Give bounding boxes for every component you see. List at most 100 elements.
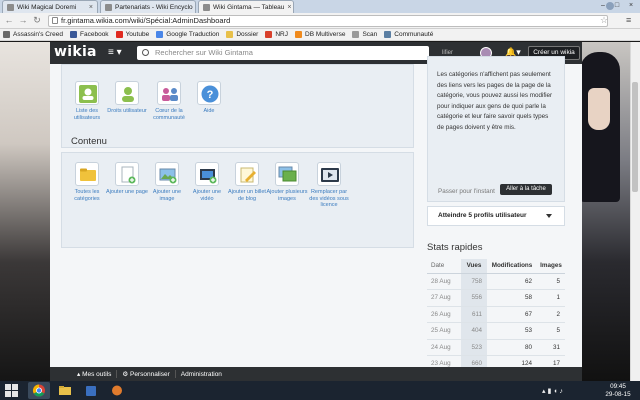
- windows-start-icon[interactable]: [5, 384, 19, 397]
- close-tab-icon[interactable]: ×: [284, 4, 291, 11]
- bookmark-label: NRJ: [275, 31, 288, 38]
- clock-time: 09:45: [610, 383, 626, 390]
- table-row: 27 Aug 556 58 1: [427, 289, 565, 307]
- close-tab-icon[interactable]: ×: [193, 4, 195, 11]
- windows-taskbar: ▴ ▮ ◖ ♪ 09:45 29-08-15: [0, 381, 640, 400]
- multi-images-icon: [275, 162, 299, 186]
- forward-icon[interactable]: →: [18, 15, 28, 26]
- browser-tab-active[interactable]: Wiki Gintama — Tableau ×: [198, 0, 294, 13]
- tool-license-video[interactable]: Remplacer par des vidéos sous licence: [308, 162, 350, 209]
- tool-add-page[interactable]: Ajouter une page: [106, 162, 148, 196]
- app-taskbar-icon[interactable]: [80, 382, 102, 399]
- bookmark-item[interactable]: Google Traduction: [156, 31, 219, 38]
- table-row: 26 Aug 611 67 2: [427, 306, 565, 323]
- my-tools-button[interactable]: ▴ Mes outils: [72, 370, 118, 378]
- page-info-icon[interactable]: [52, 17, 58, 24]
- bookmark-label: Google Traduction: [166, 31, 220, 38]
- tool-help[interactable]: ? Aide: [188, 81, 230, 115]
- scrollbar-thumb[interactable]: [632, 82, 638, 192]
- browser-menu-icon[interactable]: ≡: [626, 15, 631, 25]
- tool-label: Liste des utilisateurs: [73, 108, 101, 121]
- bookmark-label: Dossier: [236, 31, 259, 38]
- tool-label: Ajouter un billet de blog: [228, 189, 266, 202]
- system-tray-icons[interactable]: ▴ ▮ ◖ ♪: [542, 387, 563, 395]
- wikia-logo[interactable]: wikia: [54, 44, 97, 60]
- bookmark-item[interactable]: Youtube: [115, 31, 150, 38]
- tool-user-list[interactable]: Liste des utilisateurs: [66, 81, 108, 121]
- add-image-icon: [155, 162, 179, 186]
- task-description: Les catégories n'affichent pas seulement…: [437, 71, 553, 131]
- bookmark-item[interactable]: Assassin's Creed: [3, 31, 63, 38]
- tool-blog[interactable]: Ajouter un billet de blog: [226, 162, 268, 202]
- search-input[interactable]: Rechercher sur Wiki Gintama: [137, 46, 429, 60]
- tool-label: Cœur de la communauté: [153, 108, 185, 121]
- bookmark-item[interactable]: Scan: [352, 31, 377, 38]
- taskbar-clock[interactable]: 09:45 29-08-15: [600, 383, 636, 398]
- column-header-views: Vues: [461, 259, 487, 274]
- toolbar-label: Administration: [180, 370, 222, 378]
- background-character-face: [588, 88, 610, 130]
- tab-favicon-icon: [7, 3, 14, 11]
- reload-icon[interactable]: ↻: [32, 15, 42, 26]
- views-cell: 404: [461, 322, 487, 340]
- images-cell: 5: [537, 273, 565, 290]
- close-tab-icon[interactable]: ×: [86, 4, 93, 11]
- bookmark-item[interactable]: NRJ: [265, 31, 288, 38]
- maximize-icon[interactable]: □: [610, 0, 624, 11]
- tool-add-video[interactable]: Ajouter une vidéo: [186, 162, 228, 202]
- tool-label: Remplacer par des vidéos sous licence: [309, 189, 349, 208]
- blog-icon: [235, 162, 259, 186]
- tab-label: Wiki Gintama — Tableau: [213, 3, 285, 11]
- column-header-date: Date: [427, 259, 461, 274]
- tool-add-image[interactable]: Ajouter une image: [146, 162, 188, 202]
- tool-label: Aide: [203, 108, 215, 114]
- administration-button[interactable]: Administration: [176, 371, 227, 378]
- bookmark-item[interactable]: DB Multiverse: [295, 31, 345, 38]
- edits-cell: 80: [487, 339, 537, 356]
- images-cell: 1: [537, 289, 565, 307]
- date-cell: 27 Aug: [427, 289, 461, 307]
- views-cell: 611: [461, 306, 487, 323]
- back-icon[interactable]: ←: [4, 15, 14, 26]
- bookmark-item[interactable]: Facebook: [70, 31, 109, 38]
- background-art-left: [0, 42, 52, 381]
- bookmark-label: Youtube: [125, 31, 150, 38]
- bookmark-favicon-icon: [70, 31, 78, 38]
- browser-tab[interactable]: Partenariats - Wiki Encyclo ×: [100, 0, 196, 13]
- tab-favicon-icon: [203, 3, 210, 11]
- close-window-icon[interactable]: ×: [624, 0, 638, 11]
- url-field[interactable]: fr.gintama.wikia.com/wiki/Spécial:AdminD…: [48, 15, 608, 27]
- edits-cell: 62: [487, 273, 537, 290]
- skip-link[interactable]: Passer pour l'instant: [438, 188, 495, 195]
- chrome-taskbar-icon[interactable]: [28, 382, 50, 399]
- tool-community-hub[interactable]: Cœur de la communauté: [148, 81, 190, 121]
- go-to-task-button[interactable]: Aller à la tâche: [500, 184, 552, 195]
- admin-tools-panel: Liste des utilisateurs Droits utilisateu…: [61, 64, 414, 248]
- customize-button[interactable]: ⚙ Personnaliser: [117, 370, 176, 378]
- column-header-edits: Modifications: [487, 259, 537, 274]
- tool-multi-images[interactable]: Ajouter plusieurs images: [266, 162, 308, 202]
- url-text: fr.gintama.wikia.com/wiki/Spécial:AdminD…: [61, 16, 231, 25]
- bookmark-item[interactable]: Dossier: [226, 31, 258, 38]
- profiles-goal-dropdown[interactable]: Atteindre 5 profils utilisateur: [427, 206, 565, 226]
- bookmark-star-icon[interactable]: ☆: [600, 15, 608, 26]
- browser-tab[interactable]: Wiki Magical Doremi ×: [2, 0, 98, 13]
- edits-cell: 53: [487, 322, 537, 340]
- minimize-icon[interactable]: –: [596, 0, 610, 11]
- tool-folder[interactable]: Toutes les catégories: [66, 162, 108, 202]
- bookmark-item[interactable]: Communauté: [384, 31, 433, 38]
- clock-date: 29-08-15: [605, 390, 631, 398]
- hub-menu-icon[interactable]: ≡ ▾: [108, 48, 122, 58]
- bookmark-label: Scan: [362, 31, 378, 38]
- explorer-taskbar-icon[interactable]: [54, 382, 76, 399]
- views-cell: 758: [461, 273, 487, 290]
- app-taskbar-icon[interactable]: [106, 382, 128, 399]
- bookmarks-bar: Assassin's Creed Facebook Youtube Google Tr…: [0, 29, 640, 41]
- bookmark-favicon-icon: [115, 31, 123, 38]
- bookmark-label: Assassin's Creed: [13, 31, 64, 38]
- edits-cell: 67: [487, 306, 537, 323]
- tool-user-rights[interactable]: Droits utilisateur: [106, 81, 148, 115]
- bookmark-label: DB Multiverse: [305, 31, 346, 38]
- add-video-icon: [195, 162, 219, 186]
- date-cell: 24 Aug: [427, 339, 461, 356]
